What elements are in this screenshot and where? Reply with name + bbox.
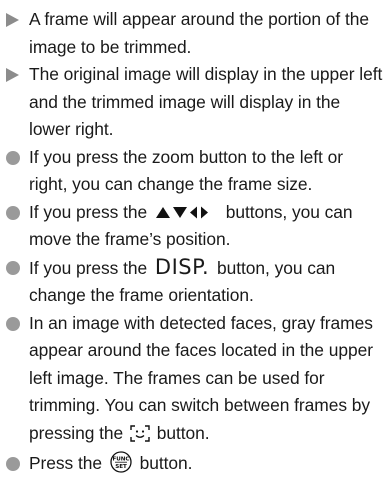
instruction-page: A frame will appear around the portion o… (0, 0, 390, 473)
item-text: A frame will appear around the portion o… (29, 9, 369, 57)
item-text-after: button. (139, 453, 193, 473)
up-down-left-right-arrows-icon (155, 206, 214, 219)
list-item: In an image with detected faces, gray fr… (0, 310, 386, 451)
disp-button-label: DISP. (154, 254, 210, 279)
item-text-before: Press the (29, 453, 103, 473)
circle-bullet-icon (6, 457, 20, 471)
triangle-bullet-icon (6, 13, 19, 27)
list-item: If you press the zoom button to the left… (0, 144, 386, 199)
list-item: If you press the buttons, you can move t… (0, 199, 386, 254)
list-item: A frame will appear around the portion o… (0, 6, 386, 61)
item-text-after: button. (156, 422, 210, 443)
triangle-bullet-icon (6, 68, 19, 82)
item-text-before: If you press the (29, 257, 148, 278)
list-item: Press the FUNC SET button. (0, 450, 386, 482)
func-set-icon: FUNC SET (110, 451, 132, 482)
item-text: If you press the zoom button to the left… (29, 146, 343, 195)
set-label: SET (115, 464, 127, 470)
item-text-before: If you press the (29, 201, 148, 222)
circle-bullet-icon (6, 150, 20, 165)
list-item: The original image will display in the u… (0, 61, 386, 144)
circle-bullet-icon (6, 205, 20, 220)
item-text: The original image will display in the u… (29, 64, 383, 139)
list-item: If you press the DISP. button, you can c… (0, 254, 386, 310)
func-label: FUNC (112, 457, 129, 463)
circle-bullet-icon (6, 260, 20, 275)
face-select-icon (130, 423, 150, 451)
circle-bullet-icon (6, 316, 20, 331)
